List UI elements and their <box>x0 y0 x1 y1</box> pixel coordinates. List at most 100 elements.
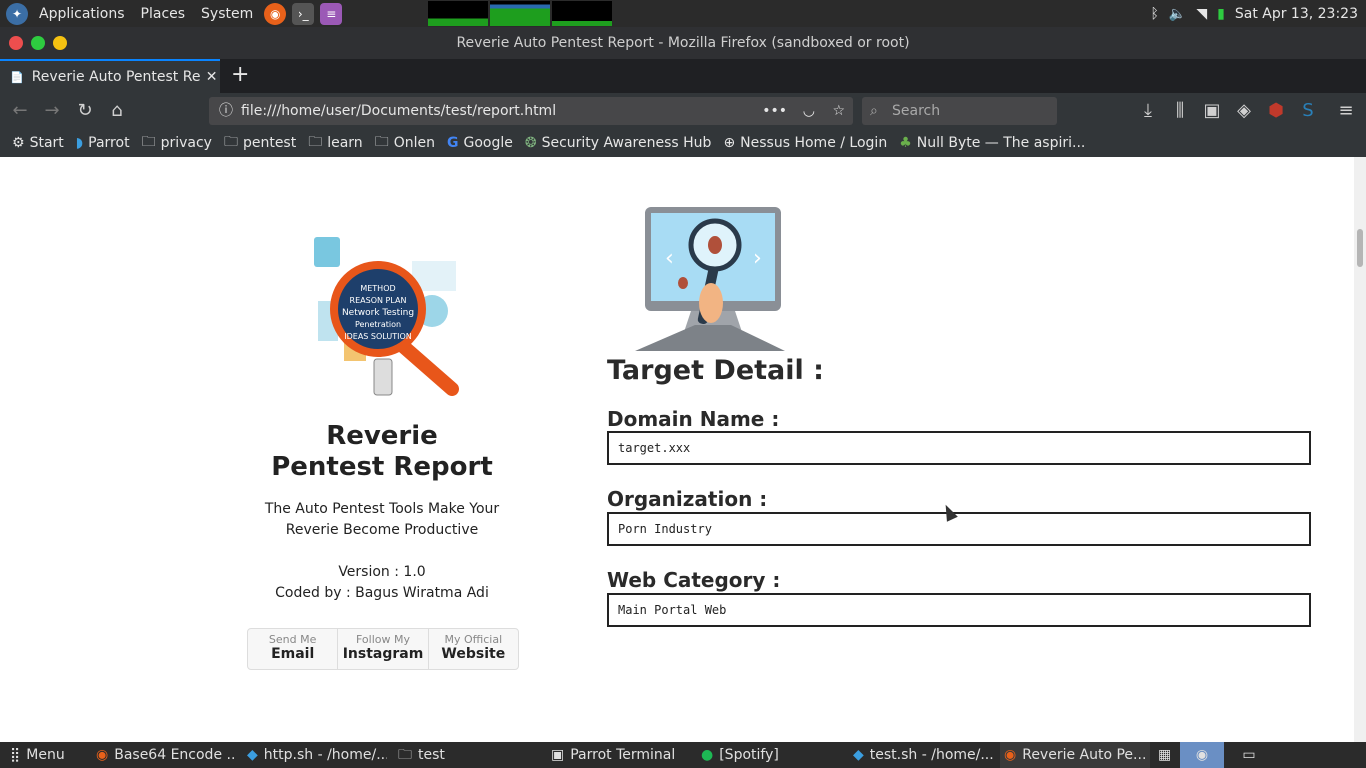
extension-icon[interactable]: ◈ <box>1232 99 1256 123</box>
task-base64[interactable]: ◉ Base64 Encode ... <box>96 742 236 768</box>
task-label: Reverie Auto Pe... <box>1022 747 1147 763</box>
email-button[interactable]: Send Me Email <box>248 629 339 669</box>
volume-icon[interactable]: 🔈 <box>1169 6 1186 22</box>
bookmark-label: privacy <box>160 135 212 151</box>
downloads-icon[interactable]: ⤓ <box>1136 99 1160 123</box>
bookmark-pentest[interactable]: 🗀 pentest <box>224 131 296 155</box>
organization-field[interactable]: Porn Industry <box>607 512 1311 546</box>
page-scrollbar[interactable] <box>1354 157 1366 742</box>
navigation-toolbar: ← → ↻ ⌂ ⓘ file:///home/user/Documents/te… <box>0 93 1366 129</box>
bottom-taskbar: ⣿ Menu ◉ Base64 Encode ... ◆ http.sh - /hom… <box>0 742 1366 768</box>
bookmark-label: learn <box>327 135 363 151</box>
start-icon: ⚙ <box>12 135 25 151</box>
bookmark-start[interactable]: ⚙ Start <box>12 135 64 151</box>
wifi-icon[interactable]: ◥ <box>1196 6 1207 22</box>
bookmark-null-byte[interactable]: ♣ Null Byte — The aspiri... <box>899 135 1085 151</box>
bookmark-nessus[interactable]: ⊕ Nessus Home / Login <box>723 135 887 151</box>
tab-reverie-report[interactable]: 📄 Reverie Auto Pentest Rep ✕ <box>0 59 220 93</box>
web-category-field[interactable]: Main Portal Web <box>607 593 1311 627</box>
search-placeholder: Search <box>892 103 941 119</box>
tab-label: Reverie Auto Pentest Rep <box>31 69 200 85</box>
task-parrot-terminal[interactable]: ▣ Parrot Terminal <box>551 742 675 768</box>
close-window-button[interactable] <box>9 36 23 50</box>
parrot-logo-icon[interactable]: ✦ <box>6 2 28 25</box>
svg-text:Penetration: Penetration <box>355 320 401 329</box>
url-text: file:///home/user/Documents/test/report.… <box>241 103 557 119</box>
website-button[interactable]: My Official Website <box>429 629 518 669</box>
svg-text:IDEAS SOLUTION: IDEAS SOLUTION <box>344 332 412 341</box>
workspace-1-firefox-icon[interactable]: ◉ <box>1180 742 1224 768</box>
google-icon: G <box>446 135 459 151</box>
bookmark-parrot[interactable]: ◗ Parrot <box>76 135 130 151</box>
start-menu-label: Menu <box>26 747 65 763</box>
start-menu-button[interactable]: ⣿ Menu <box>10 742 65 768</box>
bookmark-onlen[interactable]: 🗀 Onlen <box>375 131 435 155</box>
sidebar-icon[interactable]: ▣ <box>1200 99 1224 123</box>
info-icon[interactable]: ⓘ <box>219 97 233 125</box>
firefox-launcher-icon[interactable]: ◉ <box>264 2 287 25</box>
website-button-label: Website <box>441 646 506 662</box>
bookmark-label: Onlen <box>393 135 435 151</box>
search-input[interactable]: ⌕ Search <box>862 97 1057 125</box>
hamburger-menu-icon[interactable]: ≡ <box>1334 99 1358 123</box>
home-button[interactable]: ⌂ <box>105 99 129 123</box>
instagram-button-label: Instagram <box>342 646 424 662</box>
page-favicon-icon: 📄 <box>10 70 24 84</box>
svg-text:›: › <box>753 246 762 271</box>
ublock-icon[interactable]: ⬢ <box>1264 99 1288 123</box>
terminal-launcher-icon[interactable]: ›_ <box>292 2 315 25</box>
task-http-sh[interactable]: ◆ http.sh - /home/... <box>247 742 387 768</box>
bookmark-learn[interactable]: 🗀 learn <box>308 131 362 155</box>
version-text: Version : 1.0 <box>338 564 426 580</box>
task-label: [Spotify] <box>719 747 779 763</box>
globe-icon: ⊕ <box>723 135 736 151</box>
page-actions-icon[interactable]: ••• <box>762 97 787 125</box>
report-title: Reverie Pentest Report <box>232 421 532 483</box>
bookmark-star-icon[interactable]: ☆ <box>832 97 845 125</box>
forward-button[interactable]: → <box>40 99 64 123</box>
scrollbar-thumb[interactable] <box>1357 229 1363 267</box>
email-button-label: Email <box>271 646 315 662</box>
url-bar[interactable]: ⓘ file:///home/user/Documents/test/repor… <box>209 97 853 125</box>
folder-icon: 🗀 <box>398 747 412 763</box>
new-tab-button[interactable]: + <box>231 62 249 87</box>
bluetooth-icon[interactable]: ᛒ <box>1151 6 1159 22</box>
clock[interactable]: Sat Apr 13, 23:23 <box>1235 6 1358 22</box>
menu-places[interactable]: Places <box>133 6 194 22</box>
contact-button-group: Send Me Email Follow My Instagram My Off… <box>247 628 519 670</box>
window-title-bar: Reverie Auto Pentest Report - Mozilla Fi… <box>0 27 1366 59</box>
report-tagline: The Auto Pentest Tools Make Your Reverie… <box>232 499 532 541</box>
workspace-switcher-icon[interactable]: ▦ <box>1158 742 1171 768</box>
pocket-icon[interactable]: ◡ <box>803 97 815 125</box>
instagram-button[interactable]: Follow My Instagram <box>338 629 429 669</box>
bookmark-privacy[interactable]: 🗀 privacy <box>142 131 212 155</box>
magnifier-illustration-icon: METHOD REASON PLAN Network Testing Penet… <box>314 237 459 396</box>
reload-button[interactable]: ↻ <box>73 99 97 123</box>
minimize-window-button[interactable] <box>53 36 67 50</box>
bookmark-security-awareness[interactable]: ❂ Security Awareness Hub <box>525 135 712 151</box>
battery-icon[interactable]: ▮ <box>1217 6 1225 22</box>
text-editor-launcher-icon[interactable]: ≡ <box>320 2 343 25</box>
organization-label: Organization : <box>607 487 768 511</box>
back-button[interactable]: ← <box>8 99 32 123</box>
bookmark-label: Null Byte — The aspiri... <box>916 135 1086 151</box>
task-test-sh[interactable]: ◆ test.sh - /home/... <box>853 742 993 768</box>
firefox-icon: ◉ <box>1004 747 1017 763</box>
menu-applications[interactable]: Applications <box>31 6 133 22</box>
task-reverie-firefox[interactable]: ◉ Reverie Auto Pe... <box>1000 742 1150 768</box>
bookmark-google[interactable]: G Google <box>447 135 513 151</box>
close-tab-icon[interactable]: ✕ <box>206 69 218 85</box>
bookmark-label: Start <box>29 135 64 151</box>
author-text: Coded by : Bagus Wiratma Adi <box>275 585 489 601</box>
maximize-window-button[interactable] <box>31 36 45 50</box>
task-test-folder[interactable]: 🗀 test <box>398 742 445 768</box>
addon-s-icon[interactable]: S <box>1296 99 1320 123</box>
bookmarks-toolbar: ⚙ Start ◗ Parrot 🗀 privacy 🗀 pentest 🗀 learn … <box>0 129 1366 157</box>
task-spotify[interactable]: ● [Spotify] <box>701 742 779 768</box>
menu-system[interactable]: System <box>193 6 261 22</box>
report-title-line2: Pentest Report <box>271 452 493 482</box>
domain-name-field[interactable]: target.xxx <box>607 431 1311 465</box>
workspace-2-terminal-icon[interactable]: ▭ <box>1232 742 1266 768</box>
library-icon[interactable]: ⫼ <box>1168 99 1192 123</box>
firefox-icon: ◉ <box>96 747 109 763</box>
